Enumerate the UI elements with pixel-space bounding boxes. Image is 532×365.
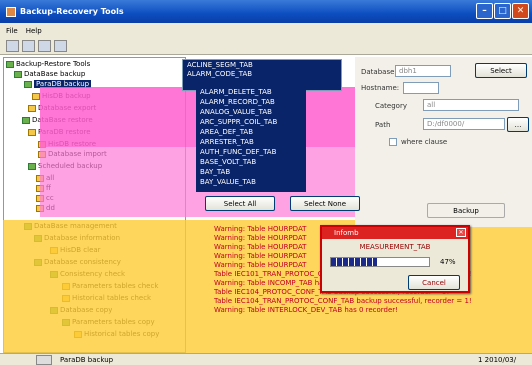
tree-item-label: Backup-Restore Tools bbox=[16, 60, 91, 68]
cancel-button[interactable]: Cancel bbox=[408, 275, 460, 290]
table-icon bbox=[28, 104, 36, 112]
popup-item[interactable]: BAY_VALUE_TAB bbox=[196, 177, 306, 187]
maximize-icon[interactable]: □ bbox=[494, 3, 511, 19]
log-line: Table IEC104_TRAN_PROTOC_CONF_TAB backup… bbox=[214, 297, 472, 305]
progress-title-bar: Infomb ✕ bbox=[322, 227, 468, 239]
hostname-label: Hostname: bbox=[361, 84, 400, 92]
popup-item[interactable]: ARC_SUPPR_COIL_TAB bbox=[196, 117, 306, 127]
menu-file[interactable]: File bbox=[6, 27, 18, 35]
progress-title: Infomb bbox=[334, 229, 359, 237]
progress-dialog: Infomb ✕ MEASUREMENT_TAB 47% Cancel bbox=[320, 225, 470, 293]
minimize-icon[interactable]: – bbox=[476, 3, 493, 19]
path-label: Path bbox=[375, 121, 391, 129]
table-icon bbox=[28, 128, 36, 136]
table-popup-list[interactable]: ALARM_DELETE_TAB ALARM_RECORD_TAB ANALOG… bbox=[196, 87, 306, 192]
backup-tool-icon[interactable] bbox=[6, 40, 19, 52]
category-select[interactable]: all bbox=[423, 99, 519, 111]
database-icon bbox=[22, 116, 30, 124]
title-bar: Backup-Recovery Tools – □ ✕ bbox=[0, 0, 532, 23]
category-label: Category bbox=[375, 102, 407, 110]
menu-bar: File Help bbox=[0, 23, 532, 38]
close-icon[interactable]: ✕ bbox=[512, 3, 529, 19]
restore-tool-icon[interactable] bbox=[22, 40, 35, 52]
table-icon bbox=[32, 92, 40, 100]
popup-item[interactable]: BASE_VOLT_TAB bbox=[196, 157, 306, 167]
tree-item[interactable]: DataBase backup bbox=[14, 70, 85, 78]
progress-fill bbox=[331, 258, 378, 266]
popup-item[interactable]: ANALOG_VALUE_TAB bbox=[196, 107, 306, 117]
hostname-field[interactable] bbox=[403, 82, 439, 94]
popup-item[interactable]: ALARM_RECORD_TAB bbox=[196, 97, 306, 107]
status-left: ParaDB backup bbox=[60, 355, 114, 364]
app-icon bbox=[6, 6, 16, 17]
stop-tool-icon[interactable] bbox=[38, 40, 51, 52]
settings-panel: Database: dbh1 Select Hostname: Category… bbox=[355, 57, 532, 227]
select-all-button[interactable]: Select All bbox=[205, 196, 275, 211]
database-icon bbox=[24, 80, 32, 88]
table-list-item[interactable]: ALARM_CODE_TAB bbox=[183, 69, 341, 78]
popup-item[interactable]: ALARM_DELETE_TAB bbox=[196, 87, 306, 97]
tree-item[interactable]: Backup-Restore Tools bbox=[6, 60, 90, 68]
progress-bar bbox=[330, 257, 430, 267]
popup-item[interactable]: AUTH_FUNC_DEF_TAB bbox=[196, 147, 306, 157]
settings-tool-icon[interactable] bbox=[54, 40, 67, 52]
select-none-button[interactable]: Select None bbox=[290, 196, 360, 211]
where-checkbox[interactable] bbox=[389, 138, 397, 146]
popup-item[interactable]: AREA_DEF_TAB bbox=[196, 127, 306, 137]
progress-table-name: MEASUREMENT_TAB bbox=[359, 243, 431, 251]
status-bar: ParaDB backup 1 2010/03/ bbox=[0, 353, 532, 365]
menu-help[interactable]: Help bbox=[26, 27, 42, 35]
database-icon bbox=[6, 60, 14, 68]
popup-item[interactable]: BAY_TAB bbox=[196, 167, 306, 177]
database-icon bbox=[14, 70, 22, 78]
window-title: Backup-Recovery Tools bbox=[20, 7, 124, 16]
scroll-button[interactable] bbox=[36, 355, 52, 365]
popup-item[interactable]: ARRESTER_TAB bbox=[196, 137, 306, 147]
progress-percent: 47% bbox=[440, 258, 456, 266]
database-field[interactable]: dbh1 bbox=[395, 65, 451, 77]
close-icon[interactable]: ✕ bbox=[456, 228, 466, 237]
toolbar bbox=[0, 38, 532, 55]
path-field[interactable]: D:/df0000/ bbox=[423, 118, 505, 130]
table-list-item[interactable]: ACLINE_SEGM_TAB bbox=[183, 60, 341, 69]
log-line: Warning: Table INTERLOCK_DEV_TAB has 0 r… bbox=[214, 306, 398, 314]
where-clause-label: where clause bbox=[401, 138, 448, 146]
browse-button[interactable]: … bbox=[507, 117, 529, 132]
select-button[interactable]: Select bbox=[475, 63, 527, 78]
tree-item-label: DataBase backup bbox=[24, 70, 86, 78]
status-right: 1 2010/03/ bbox=[478, 355, 517, 364]
database-label: Database: bbox=[361, 68, 397, 76]
backup-button[interactable]: Backup bbox=[427, 203, 505, 218]
database-icon bbox=[28, 162, 36, 170]
